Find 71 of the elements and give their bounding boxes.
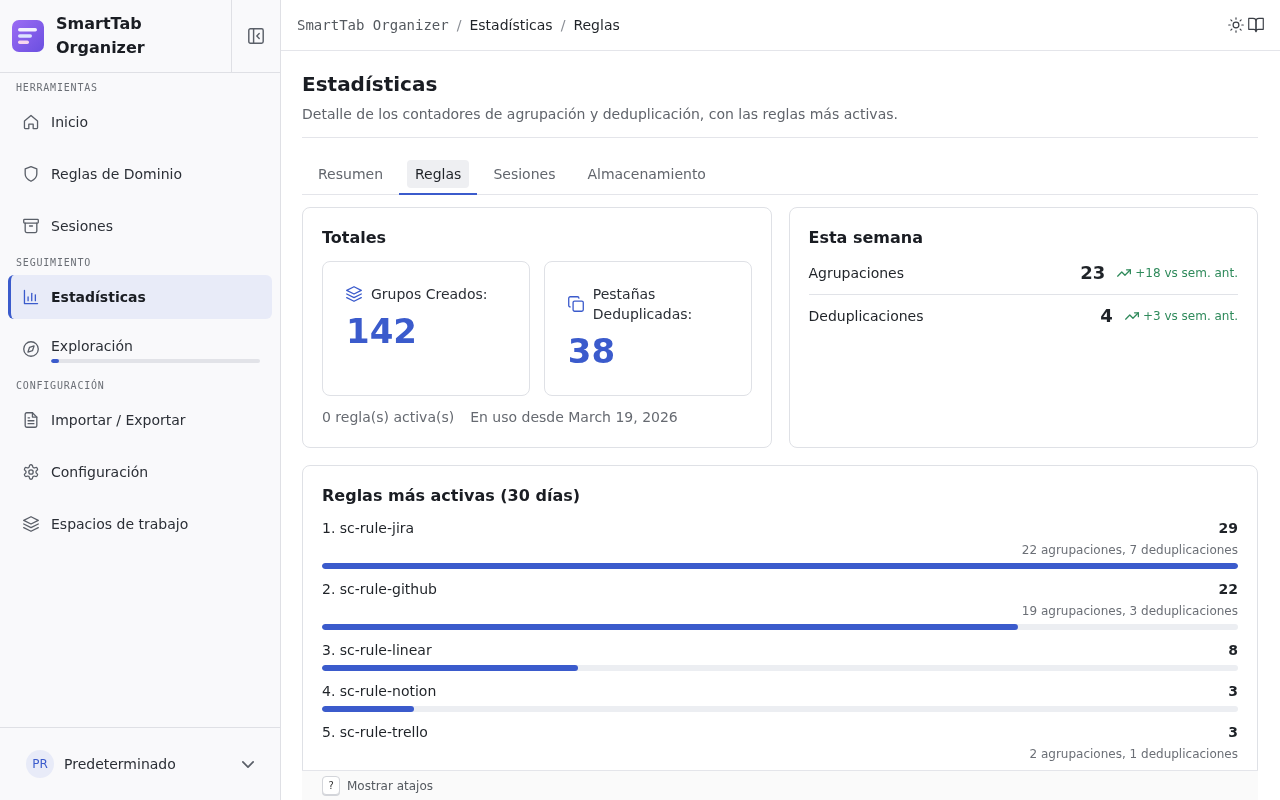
- rule-count: 3: [1228, 682, 1238, 701]
- tab[interactable]: Resumen: [302, 154, 399, 195]
- metric-label: Agrupaciones: [808, 264, 905, 283]
- key-hint: ?: [322, 776, 340, 795]
- stat-value: 38: [567, 331, 616, 371]
- shield-icon: [23, 166, 39, 182]
- nav-item[interactable]: Espacios de trabajo: [8, 502, 272, 546]
- rule-name: 3. sc-rule-linear: [322, 641, 432, 660]
- bar-chart-icon: [23, 289, 39, 305]
- copy-icon: [567, 296, 584, 312]
- card-title: Reglas más activas (30 días): [322, 485, 580, 507]
- layers-icon: [23, 516, 39, 532]
- chevron-down-icon: [242, 760, 254, 768]
- tab[interactable]: Sesiones: [477, 154, 572, 195]
- nav-item[interactable]: Configuración: [8, 450, 272, 494]
- rule-detail: 2 agrupaciones, 1 deduplicaciones: [1029, 746, 1238, 762]
- breadcrumb-separator: /: [560, 16, 566, 35]
- panel-collapse-icon[interactable]: [248, 28, 264, 44]
- stat-value: 142: [346, 311, 417, 351]
- rule-count: 22: [1218, 580, 1238, 599]
- card-title: Esta semana: [808, 227, 923, 249]
- trend-up-icon: [1117, 269, 1132, 277]
- home-icon: [23, 114, 39, 130]
- card-title: Totales: [322, 227, 387, 249]
- metric-label: Deduplicaciones: [808, 307, 925, 326]
- nav-item[interactable]: Reglas de Dominio: [8, 152, 272, 196]
- section-label: CONFIGURACIÓN: [16, 379, 105, 393]
- page-title: Estadísticas: [302, 71, 438, 98]
- trend-up-icon: [1124, 312, 1139, 320]
- section-label: HERRAMIENTAS: [16, 81, 98, 95]
- compass-icon: [23, 341, 39, 357]
- settings-icon: [23, 464, 39, 480]
- workspace-avatar: PR: [26, 750, 54, 778]
- metric-value: 4: [1100, 305, 1113, 327]
- nav-item[interactable]: Inicio: [8, 100, 272, 144]
- sun-icon[interactable]: [1228, 17, 1244, 33]
- breadcrumb-separator: /: [456, 16, 462, 35]
- page-subtitle: Detalle de los contadores de agrupación y deduplicación, con las reglas más activas.: [302, 105, 898, 124]
- tab[interactable]: Almacenamiento: [571, 154, 722, 195]
- stat-label: Pestañas Deduplicadas:: [592, 285, 694, 324]
- card-note: En uso desde March 19, 2026: [470, 408, 678, 427]
- layers-icon: [346, 286, 362, 302]
- breadcrumb-item[interactable]: SmartTab Organizer: [297, 15, 449, 35]
- nav-item[interactable]: Estadísticas: [8, 275, 272, 319]
- app-name: SmartTab Organizer: [56, 13, 146, 59]
- archive-icon: [23, 218, 39, 234]
- rule-count: 8: [1228, 641, 1238, 660]
- section-label: SEGUIMIENTO: [16, 256, 92, 270]
- trend-text: +18 vs sem. ant.: [1135, 266, 1238, 280]
- shortcuts-link[interactable]: Mostrar atajos: [347, 778, 434, 793]
- nav-item[interactable]: Importar / Exportar: [8, 398, 272, 442]
- stat-label: Grupos Creados:: [371, 285, 488, 304]
- trend-text: +3 vs sem. ant.: [1142, 309, 1238, 323]
- rule-name: 5. sc-rule-trello: [322, 723, 428, 742]
- breadcrumb-item[interactable]: Estadísticas: [469, 15, 553, 35]
- nav-item[interactable]: Sesiones: [8, 204, 272, 248]
- document-icon: [23, 412, 39, 428]
- nav-item[interactable]: Exploración: [8, 327, 272, 371]
- rule-detail: 22 agrupaciones, 7 deduplicaciones: [1021, 542, 1238, 558]
- card-note: 0 regla(s) activa(s): [322, 408, 455, 427]
- rule-name: 4. sc-rule-notion: [322, 682, 437, 701]
- book-icon[interactable]: [1248, 17, 1264, 33]
- rule-detail: 19 agrupaciones, 3 deduplicaciones: [1021, 603, 1238, 619]
- workspace-switcher[interactable]: PR Predeterminado: [16, 742, 264, 786]
- app-logo-icon: [12, 20, 44, 52]
- rule-name: 1. sc-rule-jira: [322, 519, 415, 538]
- rule-name: 2. sc-rule-github: [322, 580, 437, 599]
- breadcrumb-item: Reglas: [573, 16, 620, 35]
- metric-value: 23: [1080, 262, 1106, 284]
- rule-count: 29: [1218, 519, 1238, 538]
- rule-count: 3: [1228, 723, 1238, 742]
